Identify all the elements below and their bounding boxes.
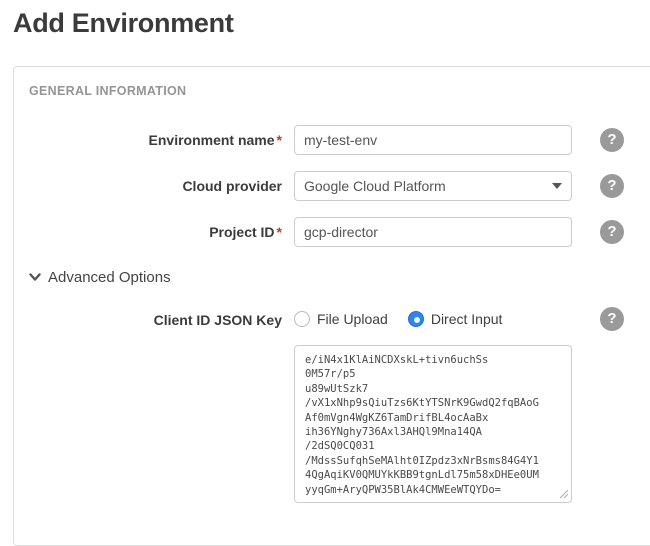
cloud-provider-label: Cloud provider: [182, 178, 282, 194]
key-textarea-row: e/iN4x1KlAiNCDXskL+tivn6uchSs 0M57r/p5 u…: [29, 345, 650, 508]
cloud-provider-row: Cloud provider Google Cloud Platform ?: [29, 171, 650, 201]
help-icon[interactable]: ?: [600, 307, 624, 331]
project-id-label: Project ID *: [209, 224, 282, 240]
chevron-down-icon: [29, 273, 41, 282]
page-title: Add Environment: [13, 8, 234, 38]
advanced-options-label: Advanced Options: [48, 269, 171, 286]
client-id-json-key-row: Client ID JSON Key File Upload Direct In…: [29, 305, 650, 331]
environment-name-label: Environment name *: [148, 132, 282, 148]
project-id-input[interactable]: [294, 217, 572, 247]
advanced-options-toggle[interactable]: Advanced Options: [29, 269, 650, 286]
radio-off-icon[interactable]: [294, 311, 310, 327]
general-information-panel: GENERAL INFORMATION Environment name* ? …: [13, 66, 650, 546]
radio-on-icon[interactable]: [407, 311, 424, 327]
dropdown-caret-icon: [552, 183, 562, 189]
environment-name-input[interactable]: [294, 125, 572, 155]
client-id-json-key-label: Client ID JSON Key: [153, 312, 282, 328]
required-asterisk: *: [276, 132, 282, 148]
section-heading: GENERAL INFORMATION: [29, 84, 187, 98]
radio-direct-input[interactable]: Direct Input: [407, 311, 502, 327]
client-id-json-key-textarea[interactable]: e/iN4x1KlAiNCDXskL+tivn6uchSs 0M57r/p5 u…: [294, 345, 572, 503]
help-icon[interactable]: ?: [600, 174, 624, 198]
help-icon[interactable]: ?: [600, 128, 624, 152]
environment-name-row: Environment name* ?: [29, 125, 650, 155]
required-asterisk: *: [276, 224, 282, 240]
help-icon[interactable]: ?: [600, 220, 624, 244]
key-input-mode-radio-group: File Upload Direct Input: [294, 305, 572, 327]
cloud-provider-select[interactable]: Google Cloud Platform: [294, 171, 572, 201]
project-id-row: Project ID* ?: [29, 217, 650, 247]
radio-file-upload[interactable]: File Upload: [294, 311, 388, 327]
cloud-provider-selected-value: Google Cloud Platform: [304, 178, 446, 194]
